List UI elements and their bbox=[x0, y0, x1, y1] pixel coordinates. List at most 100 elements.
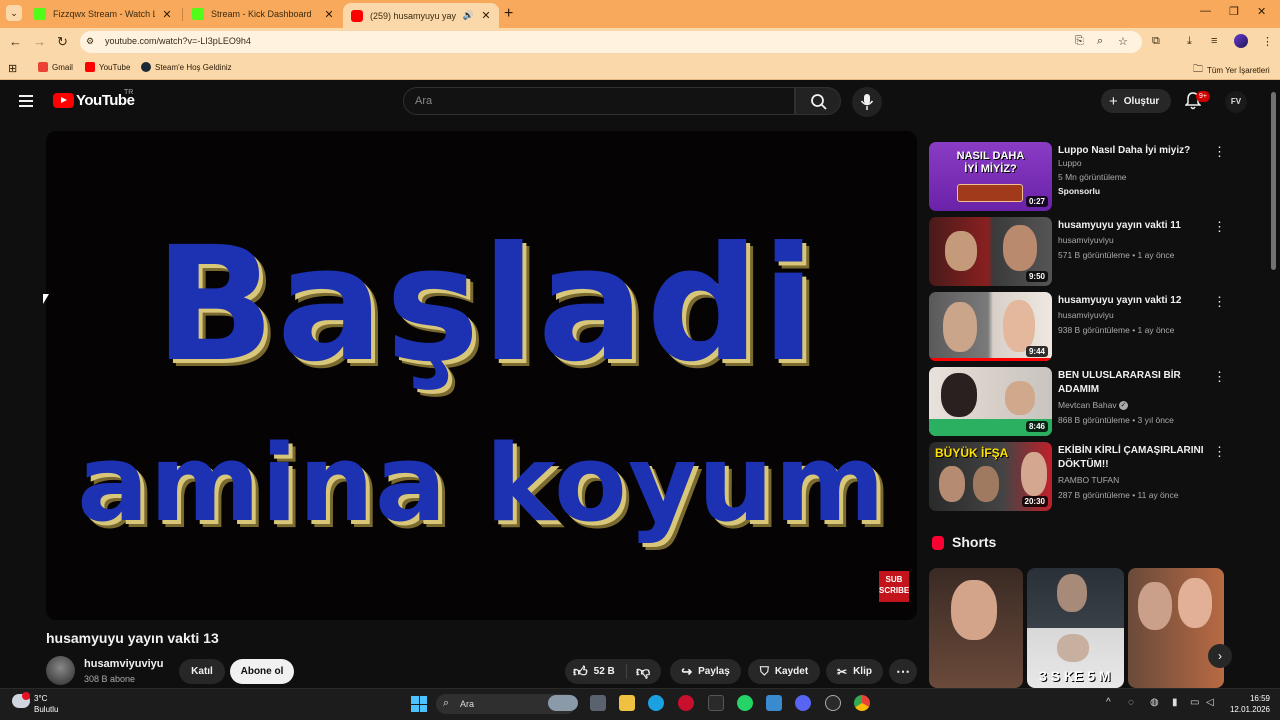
task-view-icon[interactable] bbox=[590, 695, 606, 711]
zoom-icon[interactable]: ⌕ bbox=[1097, 35, 1103, 48]
video-player[interactable]: Başladi amina koyum SUB SCRIBE bbox=[46, 131, 917, 620]
search-button[interactable] bbox=[795, 87, 841, 115]
downloads-icon[interactable]: ⤓ bbox=[1187, 35, 1192, 48]
microphone-tray-icon[interactable]: ▮ bbox=[1172, 697, 1178, 708]
save-button[interactable]: ⛉ Kaydet bbox=[748, 659, 820, 684]
clock-time[interactable]: 16:59 bbox=[1222, 694, 1270, 703]
app-icon[interactable] bbox=[766, 695, 782, 711]
shorts-heading: Shorts bbox=[952, 534, 997, 550]
share-button[interactable]: ↪ Paylaş bbox=[670, 659, 741, 684]
new-tab-button[interactable]: + bbox=[504, 5, 513, 23]
weather-temperature[interactable]: 3°C bbox=[34, 694, 47, 703]
join-button[interactable]: Katıl bbox=[179, 659, 225, 684]
video-thumbnail[interactable]: BÜYÜK İFŞA 20:30 bbox=[929, 442, 1052, 511]
back-arrow-icon[interactable]: ← bbox=[9, 34, 22, 49]
hamburger-menu-icon[interactable] bbox=[19, 95, 33, 110]
search-highlight-icon[interactable] bbox=[548, 695, 578, 711]
all-bookmarks[interactable]: 🗀 Tüm Yer İşaretleri bbox=[1193, 62, 1270, 79]
video-thumbnail[interactable]: 9:50 bbox=[929, 217, 1052, 286]
forward-arrow-icon[interactable]: → bbox=[33, 34, 46, 49]
whatsapp-icon[interactable] bbox=[737, 695, 753, 711]
file-explorer-icon[interactable] bbox=[619, 695, 635, 711]
tray-icon[interactable]: ◌ bbox=[1128, 697, 1134, 708]
audio-playing-icon[interactable]: 🔊 bbox=[463, 10, 474, 21]
close-tab-icon[interactable]: ✕ bbox=[324, 8, 334, 21]
video-thumbnail[interactable]: 9:44 bbox=[929, 292, 1052, 361]
network-icon[interactable]: ▭ bbox=[1190, 697, 1199, 708]
short-thumbnail[interactable]: 3 S KE 5 M bbox=[1027, 568, 1124, 688]
weather-condition[interactable]: Bulutlu bbox=[34, 705, 58, 714]
like-count[interactable]: 52 B bbox=[594, 666, 615, 677]
subscribe-button[interactable]: Abone ol bbox=[230, 659, 294, 684]
more-options-icon[interactable]: ⋮ bbox=[1213, 219, 1226, 235]
recommendation-item[interactable]: NASIL DAHA İYİ MİYİZ? 0:27 Luppo Nasıl D… bbox=[929, 142, 1269, 212]
bookmark-star-icon[interactable]: ☆ bbox=[1118, 35, 1128, 48]
more-options-icon[interactable]: ⋮ bbox=[1213, 444, 1226, 460]
recommendation-channel[interactable]: RAMBO TUFAN bbox=[1058, 475, 1119, 485]
browser-tab-kick-dashboard[interactable]: Stream - Kick Dashboard ✕ bbox=[184, 2, 342, 26]
app-icon[interactable] bbox=[708, 695, 724, 711]
youtube-logo-icon[interactable] bbox=[53, 93, 74, 108]
more-actions-button[interactable]: ⋯ bbox=[889, 659, 917, 684]
thumbs-down-icon[interactable]: 👎︎ bbox=[636, 663, 650, 680]
browser-tab-fizzqwx[interactable]: Fizzqwx Stream - Watch Live on ✕ bbox=[26, 2, 180, 26]
shorts-next-chevron-icon[interactable]: › bbox=[1208, 644, 1232, 668]
clip-button[interactable]: ✂ Klip bbox=[826, 659, 883, 684]
bookmark-steam[interactable]: Steam'e Hoş Geldiniz bbox=[141, 62, 232, 72]
site-info-icon[interactable]: ⚙ bbox=[86, 36, 94, 47]
bookmark-youtube[interactable]: YouTube bbox=[85, 62, 130, 72]
recommendation-channel[interactable]: Mevtcan Bahav ✓ bbox=[1058, 400, 1128, 411]
bookmark-gmail[interactable]: Gmail bbox=[38, 62, 73, 72]
chrome-menu-icon[interactable]: ⋮ bbox=[1262, 35, 1273, 48]
app-icon[interactable] bbox=[678, 695, 694, 711]
restore-window-icon[interactable]: ❐ bbox=[1229, 5, 1239, 18]
account-avatar[interactable]: FV bbox=[1225, 91, 1247, 113]
recommendation-item[interactable]: 8:46 BEN ULUSLARARASI BİR ADAMIM Mevtcan… bbox=[929, 367, 1269, 437]
close-tab-icon[interactable]: ✕ bbox=[162, 8, 172, 21]
minimize-window-icon[interactable]: — bbox=[1200, 5, 1211, 17]
close-window-icon[interactable]: ✕ bbox=[1257, 5, 1266, 18]
page-scrollbar[interactable] bbox=[1271, 92, 1276, 270]
create-button[interactable]: + Oluştur bbox=[1101, 89, 1171, 113]
close-tab-icon[interactable]: ✕ bbox=[481, 9, 491, 22]
short-thumbnail[interactable] bbox=[929, 568, 1023, 688]
voice-search-button[interactable] bbox=[852, 87, 882, 117]
recommendation-channel[interactable]: husamviyuviyu bbox=[1058, 310, 1114, 320]
extensions-icon[interactable]: ⧉ bbox=[1152, 35, 1160, 48]
channel-avatar[interactable] bbox=[46, 656, 75, 685]
thumbs-up-icon[interactable]: 👍︎ bbox=[573, 663, 588, 680]
recommendation-channel[interactable]: Luppo bbox=[1058, 158, 1082, 168]
edge-icon[interactable] bbox=[648, 695, 664, 711]
more-options-icon[interactable]: ⋮ bbox=[1213, 294, 1226, 310]
recommendation-item[interactable]: 9:44 husamyuyu yayın vakti 12 husamviyuv… bbox=[929, 292, 1269, 362]
media-controls-icon[interactable]: ≡ bbox=[1211, 35, 1217, 47]
channel-name[interactable]: husamviyuviyu bbox=[84, 658, 163, 670]
apps-grid-icon[interactable]: ⊞ bbox=[8, 62, 17, 75]
browser-tab-youtube[interactable]: (259) husamyuyu yayın vakti 🔊 ✕ bbox=[343, 3, 499, 28]
product-image bbox=[957, 184, 1023, 202]
short-thumbnail[interactable] bbox=[1128, 568, 1224, 688]
thumbnail-face bbox=[943, 302, 977, 352]
volume-icon[interactable]: ◁ bbox=[1206, 697, 1214, 708]
discord-icon[interactable] bbox=[795, 695, 811, 711]
app-icon[interactable] bbox=[825, 695, 841, 711]
tray-overflow-chevron-icon[interactable]: ^ bbox=[1106, 697, 1111, 708]
plus-icon: + bbox=[1109, 92, 1118, 110]
subscribe-watermark[interactable]: SUB SCRIBE bbox=[879, 571, 909, 602]
video-thumbnail[interactable]: NASIL DAHA İYİ MİYİZ? 0:27 bbox=[929, 142, 1052, 211]
reload-icon[interactable]: ↻ bbox=[57, 34, 68, 50]
search-input[interactable] bbox=[403, 87, 795, 115]
windows-start-icon[interactable] bbox=[411, 696, 427, 712]
recommendation-channel[interactable]: husamviyuviyu bbox=[1058, 235, 1114, 245]
tab-search-button[interactable]: ⌄ bbox=[6, 5, 22, 21]
more-options-icon[interactable]: ⋮ bbox=[1213, 369, 1226, 385]
clock-date[interactable]: 12.01.2026 bbox=[1222, 705, 1270, 714]
chrome-icon[interactable] bbox=[854, 695, 870, 711]
tray-icon[interactable]: ◍ bbox=[1150, 697, 1159, 708]
profile-avatar[interactable] bbox=[1234, 34, 1248, 48]
video-thumbnail[interactable]: 8:46 bbox=[929, 367, 1052, 436]
more-options-icon[interactable]: ⋮ bbox=[1213, 144, 1226, 160]
install-app-icon[interactable]: ⎘ bbox=[1075, 35, 1084, 48]
recommendation-item[interactable]: 9:50 husamyuyu yayın vakti 11 husamviyuv… bbox=[929, 217, 1269, 287]
recommendation-item[interactable]: BÜYÜK İFŞA 20:30 EKİBİN KİRLİ ÇAMAŞIRLAR… bbox=[929, 442, 1269, 512]
